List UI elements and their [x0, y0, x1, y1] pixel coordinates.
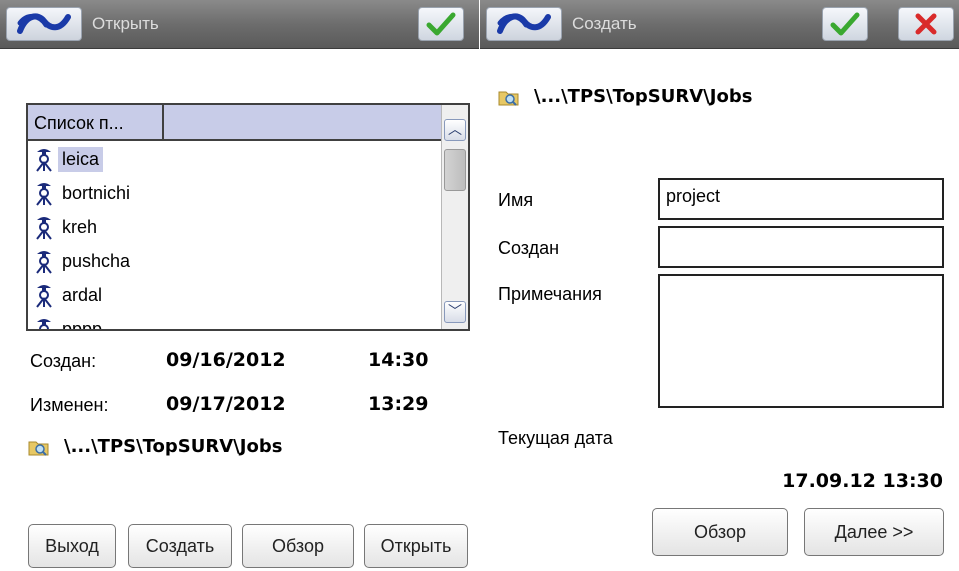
- list-item[interactable]: leica: [34, 143, 104, 175]
- job-path: \...\TPS\TopSURV\Jobs: [28, 436, 282, 457]
- list-header: Список п...: [28, 105, 442, 141]
- list-item-label: bortnichi: [62, 182, 131, 203]
- column-header-name[interactable]: Список п...: [28, 105, 164, 139]
- name-input[interactable]: project: [658, 178, 944, 220]
- surveyor-tripod-icon: [37, 319, 51, 329]
- window-title: Открыть: [92, 14, 159, 33]
- list-item[interactable]: bortnichi: [34, 177, 134, 209]
- surveyor-tripod-icon: [36, 217, 52, 240]
- exit-button[interactable]: Выход: [28, 524, 116, 568]
- checkmark-icon: [830, 12, 860, 36]
- surveyor-tripod-icon: [36, 183, 52, 206]
- current-date-value: 17.09.12 13:30: [782, 470, 943, 492]
- browse-button[interactable]: Обзор: [242, 524, 354, 568]
- created-label: Создан:: [30, 351, 97, 371]
- create-titlebar: Создать: [480, 0, 959, 49]
- job-path: \...\TPS\TopSURV\Jobs: [498, 86, 752, 107]
- surveyor-tripod-icon: [36, 149, 52, 172]
- chevron-up-icon: ︿: [448, 122, 462, 138]
- list-item[interactable]: ardal: [34, 279, 106, 311]
- logo-button[interactable]: [486, 7, 562, 41]
- path-text: \...\TPS\TopSURV\Jobs: [64, 436, 283, 457]
- open-titlebar: Открыть: [0, 0, 479, 49]
- surveyor-tripod-icon: [36, 285, 52, 308]
- scroll-up-button[interactable]: ︿: [444, 119, 466, 141]
- list-item-label: pppp: [62, 318, 103, 331]
- created-time: 14:30: [368, 349, 429, 371]
- scroll-down-button[interactable]: ﹀: [444, 301, 466, 323]
- job-list[interactable]: Список п... ︿ ﹀ leica bortnichi kreh pushch…: [26, 103, 470, 331]
- notes-label: Примечания: [498, 284, 602, 304]
- modified-label: Изменен:: [30, 395, 109, 415]
- browse-button[interactable]: Обзор: [652, 508, 788, 556]
- open-button[interactable]: Открыть: [364, 524, 468, 568]
- list-item-label: leica: [58, 146, 104, 172]
- modified-date: 09/17/2012: [166, 393, 286, 415]
- current-date-label: Текущая дата: [498, 428, 613, 448]
- close-icon: [915, 13, 937, 35]
- window-title: Создать: [572, 14, 637, 33]
- ok-button[interactable]: [822, 7, 868, 41]
- cancel-button[interactable]: [898, 7, 954, 41]
- logo-button[interactable]: [6, 7, 82, 41]
- notes-textarea[interactable]: [658, 274, 944, 408]
- topcon-logo-icon: [17, 13, 71, 34]
- list-item-label: pushcha: [62, 250, 131, 271]
- folder-search-icon: [28, 441, 49, 456]
- create-button[interactable]: Создать: [128, 524, 232, 568]
- list-item[interactable]: kreh: [34, 211, 101, 243]
- topcon-logo-icon: [497, 13, 551, 34]
- name-label: Имя: [498, 190, 534, 210]
- path-text: \...\TPS\TopSURV\Jobs: [534, 86, 753, 107]
- checkmark-icon: [426, 12, 456, 36]
- modified-time: 13:29: [368, 393, 429, 415]
- list-item[interactable]: pppp: [34, 313, 106, 331]
- list-item[interactable]: pushcha: [34, 245, 134, 277]
- chevron-down-icon: ﹀: [448, 304, 462, 320]
- surveyor-tripod-icon: [36, 251, 52, 274]
- created-date: 09/16/2012: [166, 349, 286, 371]
- list-scrollbar[interactable]: ︿ ﹀: [441, 105, 468, 329]
- ok-button[interactable]: [418, 7, 464, 41]
- list-item-label: kreh: [62, 216, 98, 237]
- open-job-panel: Открыть Список п... ︿ ﹀ leica bortnichi kr…: [0, 0, 479, 571]
- created-input[interactable]: [658, 226, 944, 268]
- folder-search-icon: [498, 91, 519, 106]
- scroll-thumb[interactable]: [444, 149, 466, 191]
- list-item-label: ardal: [62, 284, 103, 305]
- create-job-panel: Создать \...\TPS\TopSURV\Jobs Имя projec…: [480, 0, 959, 571]
- created-label: Создан: [498, 238, 560, 258]
- next-button[interactable]: Далее >>: [804, 508, 944, 556]
